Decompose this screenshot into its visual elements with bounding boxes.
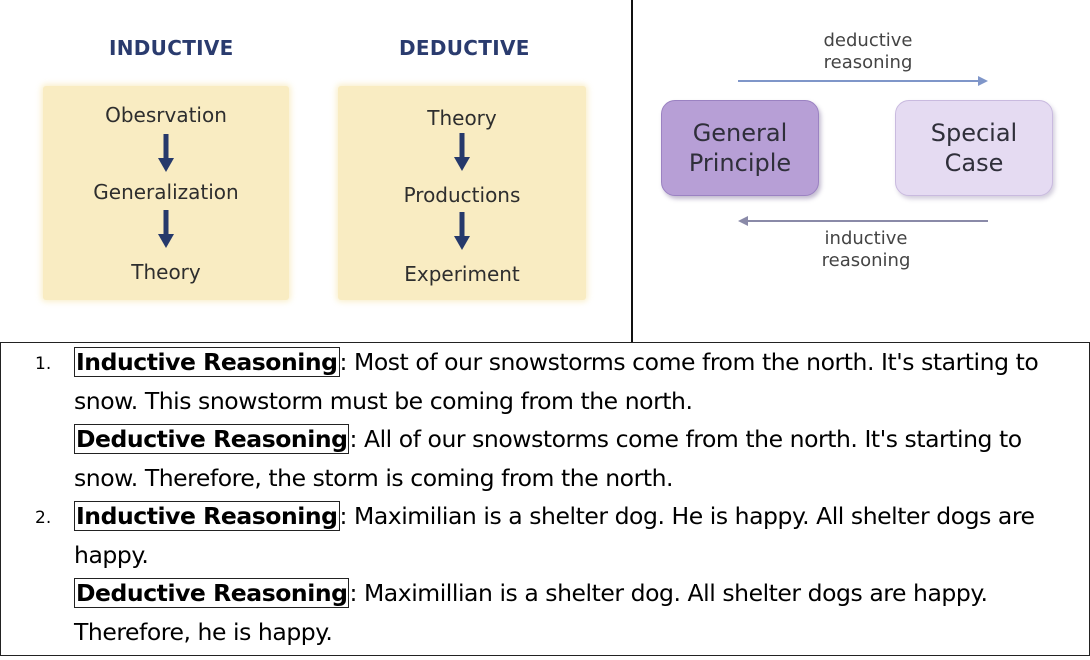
deductive-reasoning-label: deductive reasoning bbox=[823, 30, 913, 73]
inductive-step-1: Obesrvation bbox=[105, 103, 227, 127]
inductive-panel: Obesrvation Generalization Theory bbox=[43, 86, 289, 300]
example-paragraph: Inductive Reasoning: Most of our snowsto… bbox=[74, 343, 1081, 420]
deductive-step-3: Experiment bbox=[404, 262, 520, 286]
right-arrow-icon bbox=[738, 76, 988, 86]
list-item: 1. Inductive Reasoning: Most of our snow… bbox=[1, 343, 1089, 497]
list-number: 1. bbox=[35, 354, 52, 374]
inductive-step-2: Generalization bbox=[93, 180, 239, 204]
term-deductive-reasoning: Deductive Reasoning bbox=[74, 424, 350, 454]
general-principle-box: General Principle bbox=[661, 100, 819, 196]
example-paragraph: Inductive Reasoning: Maximilian is a she… bbox=[74, 497, 1081, 574]
inductive-deductive-diagram: INDUCTIVE DEDUCTIVE Obesrvation Generali… bbox=[0, 0, 631, 330]
inductive-title: INDUCTIVE bbox=[109, 36, 234, 60]
deductive-panel: Theory Productions Experiment bbox=[338, 86, 586, 300]
term-deductive-reasoning: Deductive Reasoning bbox=[74, 578, 350, 608]
examples-list: 1. Inductive Reasoning: Most of our snow… bbox=[1, 343, 1089, 651]
left-arrow-icon bbox=[738, 216, 988, 226]
example-paragraph: Deductive Reasoning: Maximillian is a sh… bbox=[74, 574, 1081, 651]
deductive-title: DEDUCTIVE bbox=[399, 36, 530, 60]
examples-box: 1. Inductive Reasoning: Most of our snow… bbox=[0, 342, 1090, 656]
example-paragraph: Deductive Reasoning: All of our snowstor… bbox=[74, 420, 1081, 497]
term-inductive-reasoning: Inductive Reasoning bbox=[74, 347, 340, 377]
reasoning-direction-diagram: deductive reasoning General Principle Sp… bbox=[633, 0, 1090, 342]
deductive-step-1: Theory bbox=[427, 106, 497, 130]
special-case-box: Special Case bbox=[895, 100, 1053, 196]
list-item: 2. Inductive Reasoning: Maximilian is a … bbox=[1, 497, 1089, 651]
down-arrow-icon bbox=[454, 133, 470, 171]
inductive-step-3: Theory bbox=[131, 260, 201, 284]
deductive-step-2: Productions bbox=[403, 183, 521, 207]
inductive-reasoning-label: inductive reasoning bbox=[821, 228, 911, 271]
down-arrow-icon bbox=[454, 212, 470, 250]
list-number: 2. bbox=[35, 508, 52, 528]
term-inductive-reasoning: Inductive Reasoning bbox=[74, 501, 340, 531]
diagrams-row: INDUCTIVE DEDUCTIVE Obesrvation Generali… bbox=[0, 0, 1090, 342]
down-arrow-icon bbox=[158, 134, 174, 172]
down-arrow-icon bbox=[158, 210, 174, 248]
